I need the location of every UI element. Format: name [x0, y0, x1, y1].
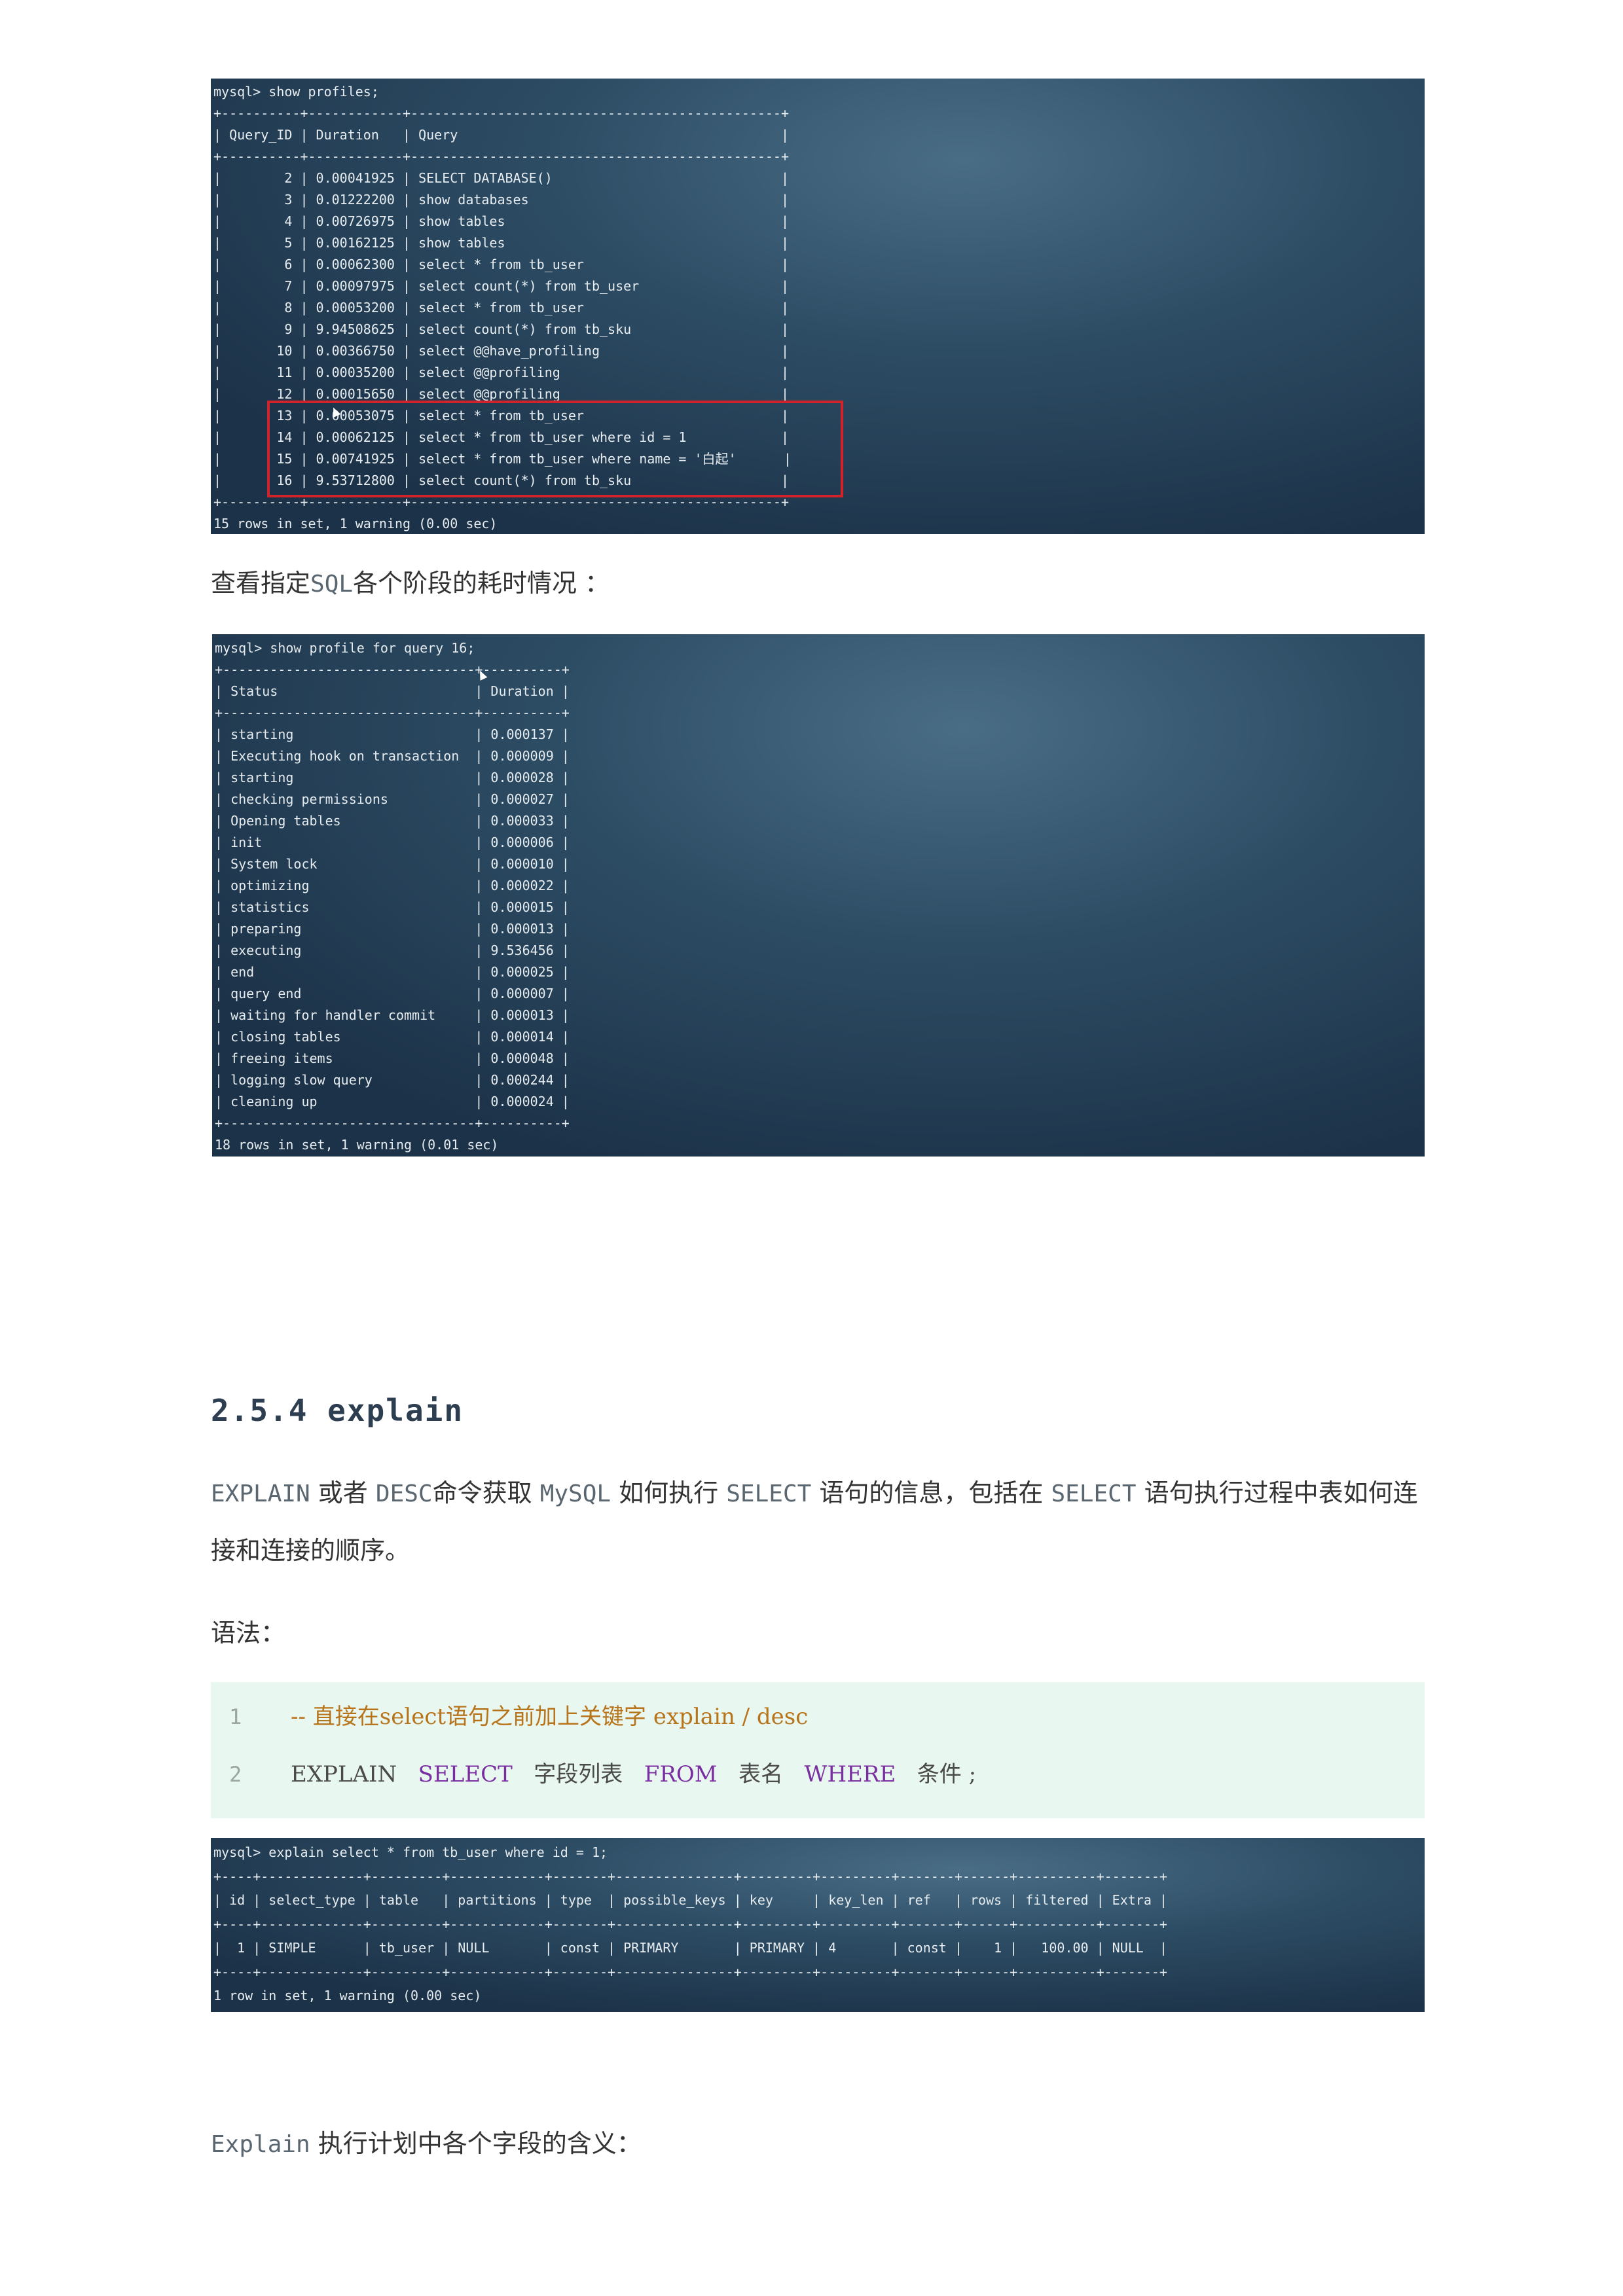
code-keyword-explain: EXPLAIN — [291, 1761, 397, 1787]
section-heading: 2.5.4 explain — [211, 1393, 464, 1428]
inline-code-mysql: MySQL — [539, 1480, 611, 1507]
inline-code-explain: Explain — [211, 2131, 310, 2158]
code-keyword-from: FROM — [644, 1761, 718, 1787]
code-table: 表名 — [739, 1761, 784, 1787]
code-keyword-select: SELECT — [418, 1761, 513, 1787]
text-segment: 命令获取 — [432, 1479, 540, 1507]
text-segment: 如何执行 — [611, 1479, 727, 1507]
inline-code-desc: DESC — [375, 1480, 433, 1507]
inline-code-select: SELECT — [726, 1480, 812, 1507]
code-statement: EXPLAIN SELECT 字段列表 FROM 表名 WHERE 条件 ; — [291, 1758, 976, 1791]
explain-description-paragraph: EXPLAIN 或者 DESC命令获取 MySQL 如何执行 SELECT 语句… — [211, 1465, 1426, 1579]
code-fields: 字段列表 — [534, 1761, 623, 1787]
profile-terminal-screenshot: mysql> show profile for query 16; +-----… — [212, 634, 1425, 1157]
highlight-box — [267, 401, 843, 497]
explain-fields-paragraph: Explain 执行计划中各个字段的含义： — [211, 2115, 1426, 2173]
text-segment: 语句的信息，包括在 — [811, 1479, 1051, 1507]
text-suffix: 各个阶段的耗时情况 ： — [353, 569, 610, 598]
syntax-label: 语法： — [211, 1619, 286, 1647]
line-number: 2 — [229, 1762, 242, 1787]
explain-output: mysql> explain select * from tb_user whe… — [213, 1844, 1167, 2003]
text-segment: 执行计划中各个字段的含义： — [310, 2129, 642, 2158]
code-comment: -- 直接在select语句之前加上关键字 explain / desc — [291, 1704, 809, 1730]
explain-terminal-screenshot: mysql> explain select * from tb_user whe… — [211, 1838, 1425, 2012]
inline-code-select: SELECT — [1051, 1480, 1137, 1507]
inline-code-explain: EXPLAIN — [211, 1480, 310, 1507]
code-keyword-where: WHERE — [804, 1761, 896, 1787]
code-condition: 条件 ; — [917, 1761, 977, 1787]
line-number: 1 — [229, 1704, 242, 1729]
code-line: 2 EXPLAIN SELECT 字段列表 FROM 表名 WHERE 条件 ; — [211, 1758, 1425, 1816]
code-block: 1 -- 直接在select语句之前加上关键字 explain / desc 2… — [211, 1682, 1425, 1818]
code-line: 1 -- 直接在select语句之前加上关键字 explain / desc — [211, 1700, 1425, 1758]
profile-label-paragraph: 查看指定SQL各个阶段的耗时情况 ： — [211, 555, 1426, 613]
text-segment: 或者 — [310, 1479, 376, 1507]
profile-output: mysql> show profile for query 16; +-----… — [215, 640, 570, 1153]
inline-code-sql: SQL — [310, 571, 354, 598]
text-prefix: 查看指定 — [211, 569, 311, 598]
